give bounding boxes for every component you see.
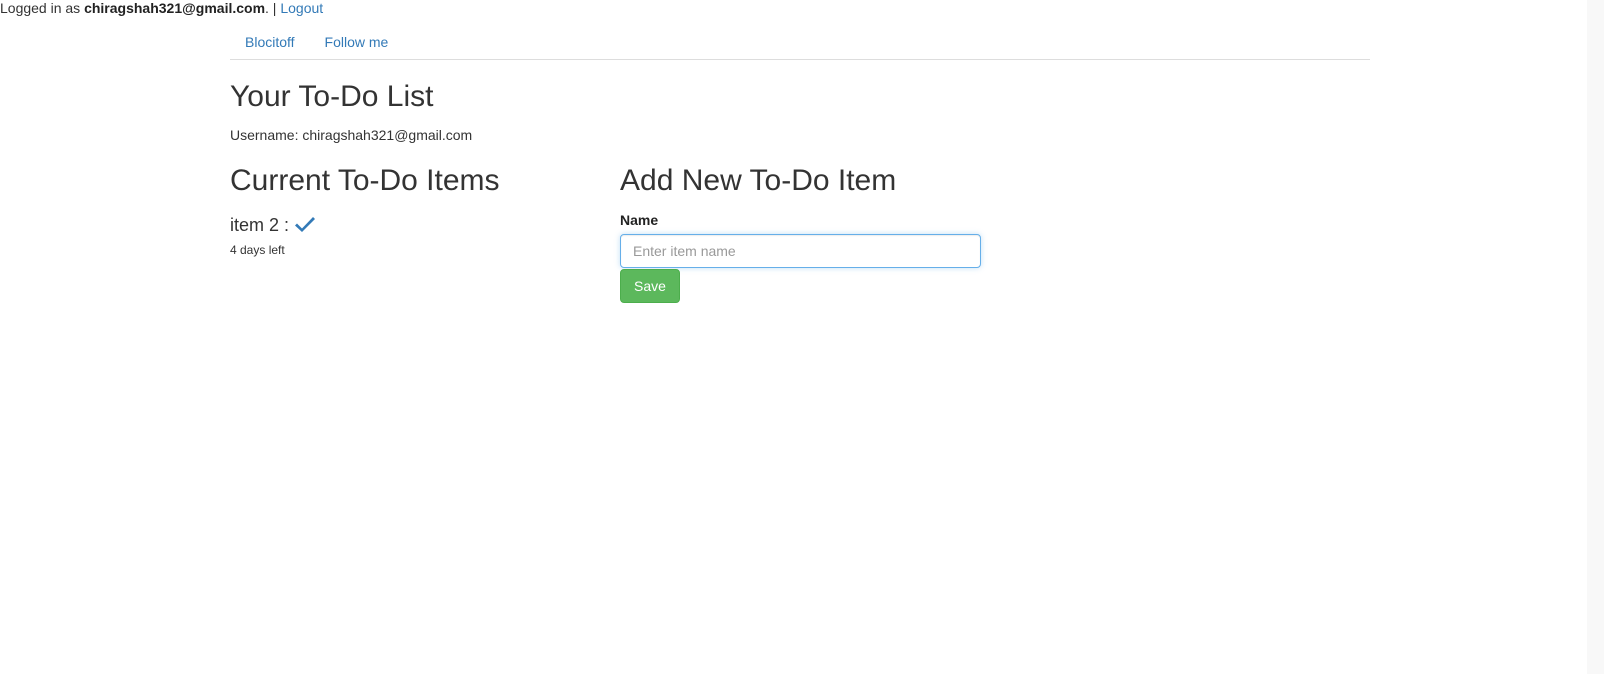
- top-nav: Blocitoff Follow me: [230, 24, 1370, 60]
- login-prefix: Logged in as: [0, 0, 85, 16]
- todo-item-line: item 2 :: [230, 213, 620, 237]
- content-row: Current To-Do Items item 2 : 4 days left: [230, 163, 1370, 303]
- new-item-column: Add New To-Do Item Name Save: [620, 163, 981, 303]
- username-display: Username: chiragshah321@gmail.com: [230, 127, 473, 143]
- name-field-label: Name: [620, 212, 659, 228]
- todo-list: item 2 : 4 days left: [230, 213, 620, 257]
- page-title: Your To-Do List: [230, 80, 434, 113]
- login-separator: . |: [265, 0, 281, 16]
- item-name-input[interactable]: [620, 234, 981, 268]
- logout-link[interactable]: Logout: [280, 0, 323, 16]
- current-items-title: Current To-Do Items: [230, 164, 500, 197]
- nav-link-follow-me[interactable]: Follow me: [310, 27, 404, 57]
- list-item: item 2 : 4 days left: [230, 213, 620, 257]
- current-items-column: Current To-Do Items item 2 : 4 days left: [230, 163, 620, 303]
- main-container: Blocitoff Follow me Your To-Do List User…: [230, 24, 1370, 303]
- save-button[interactable]: Save: [620, 269, 680, 303]
- todo-item-name: item 2 :: [230, 215, 290, 235]
- login-status-bar: Logged in as chiragshah321@gmail.com. | …: [0, 0, 323, 16]
- new-item-title: Add New To-Do Item: [620, 164, 897, 197]
- page-scrollbar[interactable]: [1587, 0, 1604, 674]
- check-icon[interactable]: [295, 214, 316, 232]
- logged-in-email: chiragshah321@gmail.com: [84, 0, 266, 16]
- nav-link-blocitoff[interactable]: Blocitoff: [230, 27, 310, 57]
- new-item-form: Name Save: [620, 212, 981, 303]
- days-left-label: 4 days left: [230, 243, 285, 257]
